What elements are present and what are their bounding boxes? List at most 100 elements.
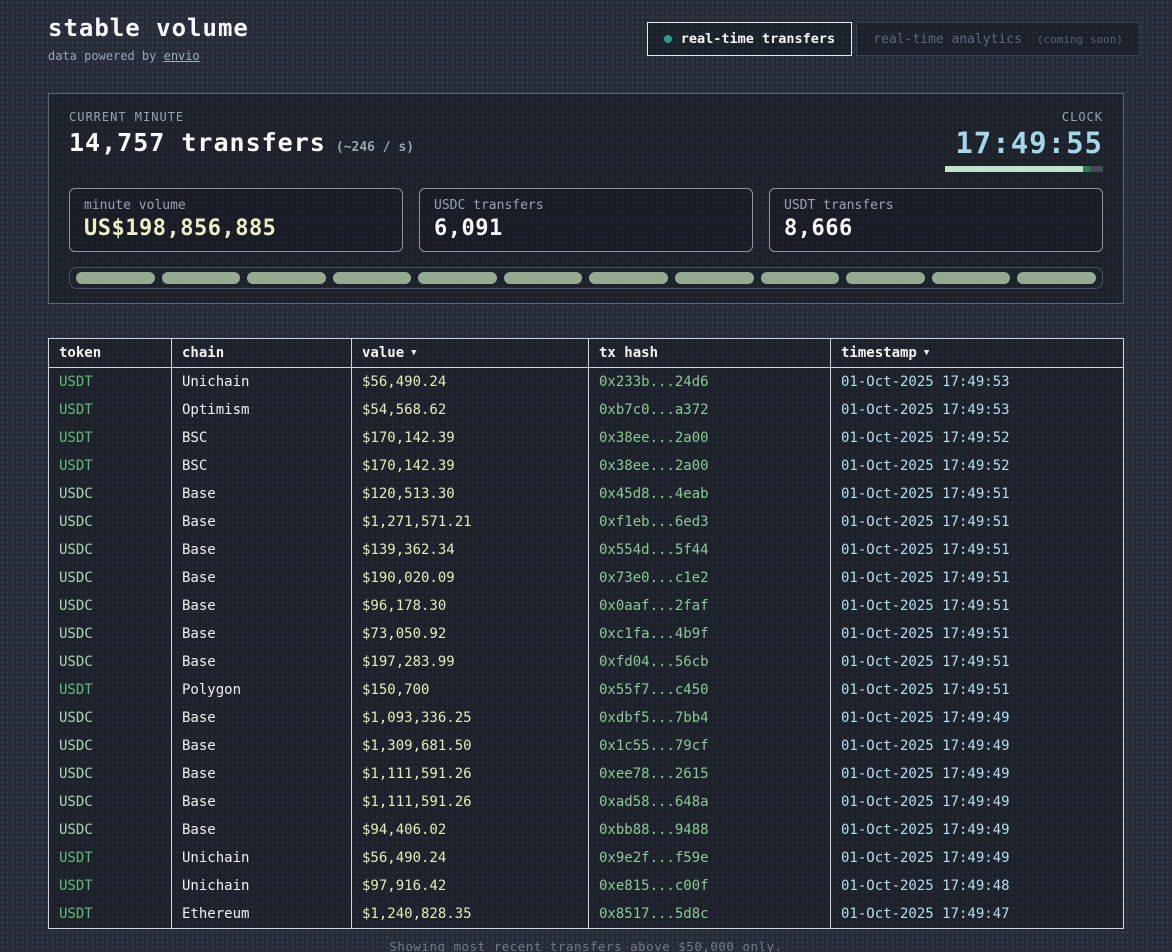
cell-tx-hash[interactable]: 0x73e0...c1e2 bbox=[589, 564, 831, 592]
column-header-chain[interactable]: chain bbox=[172, 339, 352, 368]
clock-time: 17:49:55 bbox=[945, 126, 1103, 160]
stat-usdc-transfers: USDC transfers 6,091 bbox=[419, 188, 753, 252]
table-header-row: token chain value▼ tx hash timestamp▼ bbox=[49, 339, 1123, 368]
cell-tx-hash[interactable]: 0x38ee...2a00 bbox=[589, 424, 831, 452]
cell-tx-hash[interactable]: 0xee78...2615 bbox=[589, 760, 831, 788]
cell-tx-hash[interactable]: 0x554d...5f44 bbox=[589, 536, 831, 564]
cell-timestamp: 01-Oct-2025 17:49:49 bbox=[831, 732, 1123, 760]
column-header-tx-hash[interactable]: tx hash bbox=[589, 339, 831, 368]
table-row[interactable]: USDT Unichain $97,916.42 0xe815...c00f 0… bbox=[49, 872, 1123, 900]
cell-token: USDT bbox=[49, 452, 172, 480]
cell-token: USDC bbox=[49, 648, 172, 676]
cell-tx-hash[interactable]: 0x0aaf...2faf bbox=[589, 592, 831, 620]
cell-chain: Base bbox=[172, 732, 352, 760]
cell-tx-hash[interactable]: 0xc1fa...4b9f bbox=[589, 620, 831, 648]
column-label: timestamp bbox=[841, 345, 917, 361]
tab-real-time-analytics[interactable]: real-time analytics (coming soon) bbox=[856, 22, 1140, 56]
cell-tx-hash[interactable]: 0xe815...c00f bbox=[589, 872, 831, 900]
column-label: value bbox=[362, 345, 404, 361]
cell-value: $54,568.62 bbox=[352, 396, 589, 424]
tab-real-time-transfers[interactable]: real-time transfers bbox=[647, 22, 852, 56]
table-row[interactable]: USDC Base $197,283.99 0xfd04...56cb 01-O… bbox=[49, 648, 1123, 676]
table-body: USDT Unichain $56,490.24 0x233b...24d6 0… bbox=[49, 368, 1123, 928]
cell-token: USDC bbox=[49, 564, 172, 592]
cell-timestamp: 01-Oct-2025 17:49:47 bbox=[831, 900, 1123, 928]
progress-segment bbox=[1017, 272, 1096, 284]
cell-chain: BSC bbox=[172, 424, 352, 452]
tab-bar: real-time transfers real-time analytics … bbox=[647, 22, 1140, 56]
progress-segment bbox=[589, 272, 668, 284]
cell-tx-hash[interactable]: 0x233b...24d6 bbox=[589, 368, 831, 396]
brand: stable volume data powered by envio bbox=[48, 14, 249, 63]
cell-tx-hash[interactable]: 0xad58...648a bbox=[589, 788, 831, 816]
cell-tx-hash[interactable]: 0x1c55...79cf bbox=[589, 732, 831, 760]
cell-chain: Unichain bbox=[172, 368, 352, 396]
cell-tx-hash[interactable]: 0x8517...5d8c bbox=[589, 900, 831, 928]
cell-value: $1,271,571.21 bbox=[352, 508, 589, 536]
table-row[interactable]: USDC Base $73,050.92 0xc1fa...4b9f 01-Oc… bbox=[49, 620, 1123, 648]
cell-tx-hash[interactable]: 0xdbf5...7bb4 bbox=[589, 704, 831, 732]
cell-tx-hash[interactable]: 0x45d8...4eab bbox=[589, 480, 831, 508]
cell-tx-hash[interactable]: 0xb7c0...a372 bbox=[589, 396, 831, 424]
table-row[interactable]: USDC Base $96,178.30 0x0aaf...2faf 01-Oc… bbox=[49, 592, 1123, 620]
table-row[interactable]: USDT Unichain $56,490.24 0x233b...24d6 0… bbox=[49, 368, 1123, 396]
cell-chain: Base bbox=[172, 648, 352, 676]
table-row[interactable]: USDC Base $1,111,591.26 0xad58...648a 01… bbox=[49, 788, 1123, 816]
table-row[interactable]: USDC Base $1,111,591.26 0xee78...2615 01… bbox=[49, 760, 1123, 788]
table-row[interactable]: USDC Base $1,309,681.50 0x1c55...79cf 01… bbox=[49, 732, 1123, 760]
table-row[interactable]: USDT BSC $170,142.39 0x38ee...2a00 01-Oc… bbox=[49, 452, 1123, 480]
table-row[interactable]: USDT Ethereum $1,240,828.35 0x8517...5d8… bbox=[49, 900, 1123, 928]
table-row[interactable]: USDT Optimism $54,568.62 0xb7c0...a372 0… bbox=[49, 396, 1123, 424]
cell-chain: Unichain bbox=[172, 844, 352, 872]
clock-seconds-bar bbox=[945, 166, 1103, 172]
table-row[interactable]: USDC Base $120,513.30 0x45d8...4eab 01-O… bbox=[49, 480, 1123, 508]
table-row[interactable]: USDT BSC $170,142.39 0x38ee...2a00 01-Oc… bbox=[49, 424, 1123, 452]
current-minute-label: CURRENT MINUTE bbox=[69, 110, 414, 124]
column-header-token[interactable]: token bbox=[49, 339, 172, 368]
cell-token: USDT bbox=[49, 872, 172, 900]
cell-token: USDC bbox=[49, 760, 172, 788]
cell-token: USDT bbox=[49, 424, 172, 452]
cell-value: $1,309,681.50 bbox=[352, 732, 589, 760]
cell-value: $56,490.24 bbox=[352, 368, 589, 396]
column-header-timestamp[interactable]: timestamp▼ bbox=[831, 339, 1123, 368]
envio-link[interactable]: envio bbox=[164, 49, 200, 63]
cell-timestamp: 01-Oct-2025 17:49:48 bbox=[831, 872, 1123, 900]
cell-tx-hash[interactable]: 0x9e2f...f59e bbox=[589, 844, 831, 872]
cell-tx-hash[interactable]: 0xf1eb...6ed3 bbox=[589, 508, 831, 536]
cell-timestamp: 01-Oct-2025 17:49:53 bbox=[831, 368, 1123, 396]
stat-minute-volume: minute volume US$198,856,885 bbox=[69, 188, 403, 252]
cell-timestamp: 01-Oct-2025 17:49:53 bbox=[831, 396, 1123, 424]
cell-value: $1,093,336.25 bbox=[352, 704, 589, 732]
cell-chain: Polygon bbox=[172, 676, 352, 704]
cell-chain: Unichain bbox=[172, 872, 352, 900]
column-label: tx hash bbox=[599, 345, 658, 361]
cell-tx-hash[interactable]: 0x55f7...c450 bbox=[589, 676, 831, 704]
stat-usdt-transfers: USDT transfers 8,666 bbox=[769, 188, 1103, 252]
table-row[interactable]: USDC Base $190,020.09 0x73e0...c1e2 01-O… bbox=[49, 564, 1123, 592]
table-row[interactable]: USDT Unichain $56,490.24 0x9e2f...f59e 0… bbox=[49, 844, 1123, 872]
cell-token: USDC bbox=[49, 508, 172, 536]
cell-value: $170,142.39 bbox=[352, 424, 589, 452]
table-row[interactable]: USDC Base $1,093,336.25 0xdbf5...7bb4 01… bbox=[49, 704, 1123, 732]
column-header-value[interactable]: value▼ bbox=[352, 339, 589, 368]
transfer-count-unit: transfers bbox=[181, 128, 325, 157]
table-row[interactable]: USDC Base $94,406.02 0xbb88...9488 01-Oc… bbox=[49, 816, 1123, 844]
clock-seconds-fill bbox=[945, 166, 1090, 172]
powered-by-text: data powered by bbox=[48, 49, 156, 63]
cell-tx-hash[interactable]: 0xbb88...9488 bbox=[589, 816, 831, 844]
cell-tx-hash[interactable]: 0x38ee...2a00 bbox=[589, 452, 831, 480]
cell-chain: Optimism bbox=[172, 396, 352, 424]
table-row[interactable]: USDT Polygon $150,700 0x55f7...c450 01-O… bbox=[49, 676, 1123, 704]
column-label: token bbox=[59, 345, 101, 361]
cell-value: $197,283.99 bbox=[352, 648, 589, 676]
footer-note: Showing most recent transfers above $50,… bbox=[0, 939, 1172, 952]
table-row[interactable]: USDC Base $1,271,571.21 0xf1eb...6ed3 01… bbox=[49, 508, 1123, 536]
cell-token: USDC bbox=[49, 480, 172, 508]
cell-value: $120,513.30 bbox=[352, 480, 589, 508]
cell-token: USDT bbox=[49, 900, 172, 928]
cell-token: USDC bbox=[49, 816, 172, 844]
cell-tx-hash[interactable]: 0xfd04...56cb bbox=[589, 648, 831, 676]
stat-label: USDC transfers bbox=[434, 198, 738, 213]
table-row[interactable]: USDC Base $139,362.34 0x554d...5f44 01-O… bbox=[49, 536, 1123, 564]
